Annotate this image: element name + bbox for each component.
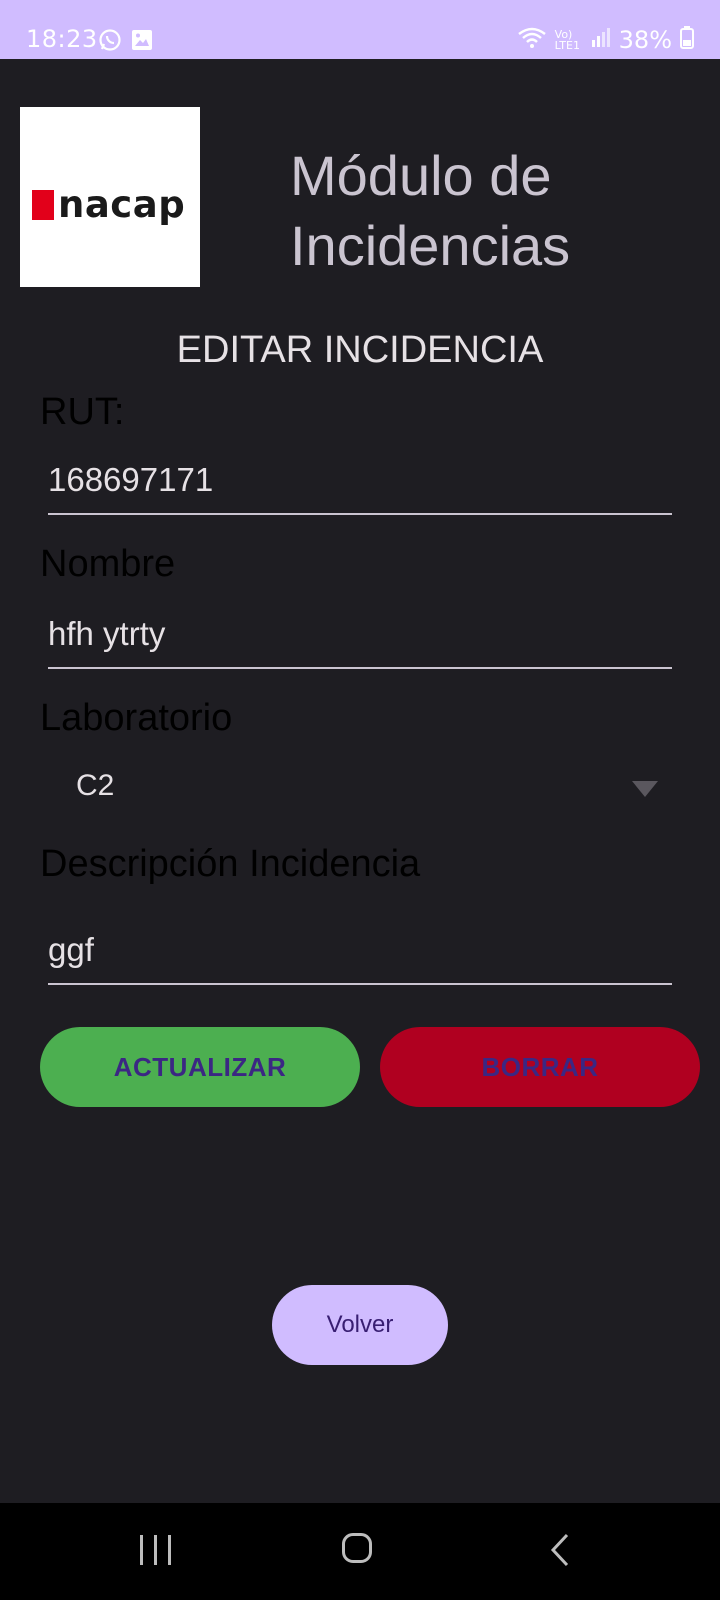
delete-button[interactable]: BORRAR bbox=[380, 1027, 700, 1107]
network-type: Vo) LTE1 bbox=[554, 28, 580, 52]
battery-percent: 38% bbox=[618, 26, 672, 54]
logo-text: nacap bbox=[58, 183, 186, 226]
image-icon bbox=[130, 28, 154, 52]
lab-label: Laboratorio bbox=[40, 697, 233, 739]
logo-red-mark bbox=[32, 190, 54, 220]
name-label: Nombre bbox=[40, 543, 176, 585]
rut-field[interactable]: 168697171 bbox=[48, 453, 672, 515]
name-field[interactable]: hfh ytrty bbox=[48, 607, 672, 669]
recent-apps-icon[interactable] bbox=[140, 1535, 174, 1565]
status-bar: 18:23 Vo) LTE1 38% bbox=[0, 0, 720, 59]
rut-label: RUT: bbox=[40, 391, 125, 433]
app-screen: nacap Módulo de Incidencias EDITAR INCID… bbox=[0, 59, 720, 1503]
inacap-logo: nacap bbox=[20, 107, 200, 287]
dropdown-arrow-icon bbox=[632, 781, 658, 797]
back-nav-icon[interactable] bbox=[548, 1533, 572, 1567]
description-label: Descripción Incidencia bbox=[40, 843, 421, 885]
wifi-icon bbox=[517, 25, 547, 55]
lab-dropdown[interactable]: C2 bbox=[40, 757, 672, 821]
back-button[interactable]: Volver bbox=[272, 1285, 448, 1365]
update-button[interactable]: ACTUALIZAR bbox=[40, 1027, 360, 1107]
status-right: Vo) LTE1 38% bbox=[517, 25, 694, 55]
status-time: 18:23 bbox=[26, 25, 98, 53]
system-nav-bar bbox=[0, 1503, 720, 1600]
form-heading: EDITAR INCIDENCIA bbox=[176, 329, 544, 371]
description-field[interactable]: ggf bbox=[48, 923, 672, 985]
battery-icon bbox=[680, 25, 694, 55]
whatsapp-icon bbox=[98, 28, 122, 52]
lab-dropdown-value: C2 bbox=[76, 769, 115, 802]
page-title: Módulo de Incidencias bbox=[290, 144, 571, 277]
home-icon[interactable] bbox=[342, 1533, 372, 1563]
signal-icon bbox=[591, 26, 611, 54]
